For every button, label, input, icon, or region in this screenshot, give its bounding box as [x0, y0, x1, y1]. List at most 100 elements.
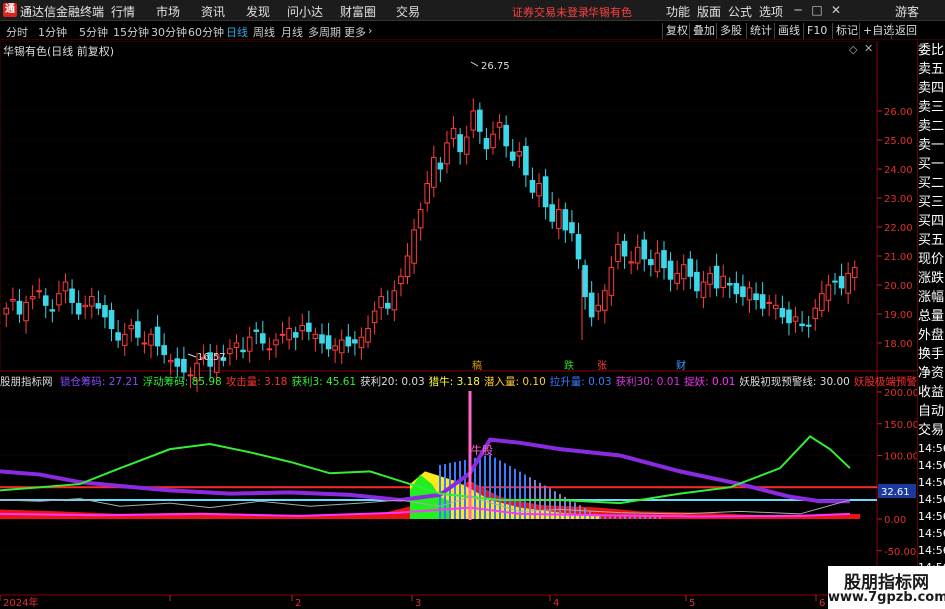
close-icon[interactable]: ✕: [828, 2, 844, 18]
side-panel-item[interactable]: 买四: [918, 212, 945, 231]
price-tick-label: 19.00: [884, 310, 913, 321]
period-intraday[interactable]: 分时: [6, 24, 28, 40]
legend-item: 攻击量: 3.18: [225, 376, 288, 388]
toolbar-multi-stock[interactable]: 多股: [716, 23, 745, 39]
indicator-name[interactable]: 股朋指标网: [0, 376, 53, 388]
side-panel-item[interactable]: 外盘: [918, 326, 945, 345]
candle-body: [450, 127, 457, 140]
toolbar-overlay[interactable]: 叠加: [689, 23, 718, 39]
period-daily[interactable]: 日线: [226, 24, 248, 40]
toolbar-mark[interactable]: 标记: [832, 23, 861, 39]
more-chevron-icon[interactable]: ›: [368, 24, 372, 37]
period-30min[interactable]: 30分钟: [151, 24, 187, 40]
candle-body: [352, 339, 358, 344]
menu-formula[interactable]: 公式: [728, 3, 752, 20]
menu-wealth[interactable]: 财富圈: [340, 3, 376, 20]
period-1min[interactable]: 1分钟: [38, 24, 67, 40]
candle-body: [694, 271, 700, 292]
side-panel-item[interactable]: 14:56: [918, 440, 945, 457]
candle-body: [726, 283, 733, 286]
side-panel-item[interactable]: 买二: [918, 174, 945, 193]
time-tick-label: 5: [689, 598, 695, 609]
candle-body: [740, 286, 746, 298]
period-multi[interactable]: 多周期: [308, 24, 341, 40]
side-panel-item[interactable]: 14:56: [918, 474, 945, 491]
side-panel-item[interactable]: 14:56: [918, 491, 945, 508]
candle-body: [82, 304, 89, 308]
maximize-icon[interactable]: □: [809, 2, 825, 18]
candle-body: [503, 124, 509, 147]
candle-body: [148, 333, 154, 346]
toolbar-adjust[interactable]: 复权: [662, 23, 691, 39]
side-panel-item[interactable]: 买一: [918, 155, 945, 174]
login-status[interactable]: 证券交易未登录: [512, 4, 589, 20]
side-panel-item[interactable]: 14:56: [918, 457, 945, 474]
candle-body: [404, 255, 411, 277]
candle-body: [832, 280, 838, 283]
side-panel-item[interactable]: 买五: [918, 231, 945, 250]
candle-body: [523, 145, 529, 176]
side-panel-item[interactable]: 涨幅: [918, 288, 945, 307]
side-panel-item[interactable]: 买三: [918, 193, 945, 212]
menu-quotes[interactable]: 行情: [111, 3, 135, 20]
app-logo-icon: 通: [3, 3, 17, 17]
quote-side-panel: 委比 卖五 卖四 卖三 卖二 卖一 买一 买二 买三 买四 买五 现价 涨跌 涨幅 总量 外盘 换手 净资 收益 自动…: [917, 41, 945, 609]
side-panel-item[interactable]: 换手: [918, 345, 945, 364]
toolbar-back[interactable]: 返回: [891, 23, 920, 39]
candle-body: [496, 122, 503, 128]
candle-body: [812, 307, 819, 319]
stock-chart[interactable]: 26.0025.0024.0023.0022.0021.0020.0019.00…: [0, 41, 945, 609]
menu-market[interactable]: 市场: [156, 3, 180, 20]
candle-body: [108, 310, 115, 329]
side-panel-item[interactable]: 卖五: [918, 60, 945, 79]
candle-body: [102, 305, 108, 318]
menu-news[interactable]: 资讯: [201, 3, 225, 20]
side-panel-item[interactable]: 卖四: [918, 79, 945, 98]
settings-diamond-icon[interactable]: ◇: [849, 43, 857, 56]
menu-layout[interactable]: 版面: [697, 3, 721, 20]
toolbar-f10[interactable]: F10: [803, 23, 830, 39]
side-panel-item[interactable]: 卖二: [918, 117, 945, 136]
user-guest[interactable]: 游客: [895, 3, 919, 20]
side-panel-item[interactable]: 现价: [918, 250, 945, 269]
side-panel-item[interactable]: 净资: [918, 364, 945, 383]
candle-body: [299, 325, 306, 332]
menu-options[interactable]: 选项: [759, 3, 783, 20]
minimize-icon[interactable]: ─: [790, 2, 806, 18]
period-15min[interactable]: 15分钟: [113, 24, 149, 40]
period-5min[interactable]: 5分钟: [79, 24, 108, 40]
candle-body: [444, 142, 450, 165]
period-monthly[interactable]: 月线: [281, 24, 303, 40]
side-panel-item[interactable]: 收益: [918, 383, 945, 402]
menu-ask[interactable]: 问小达: [287, 3, 323, 20]
menu-discover[interactable]: 发现: [246, 3, 270, 20]
low-price-label: 16.57: [197, 352, 226, 363]
candle-body: [457, 134, 463, 153]
period-60min[interactable]: 60分钟: [188, 24, 224, 40]
side-panel-item[interactable]: 委比: [918, 41, 945, 60]
side-panel-item[interactable]: 14:56: [918, 508, 945, 525]
period-weekly[interactable]: 周线: [253, 24, 275, 40]
side-panel-item[interactable]: 卖三: [918, 98, 945, 117]
candle-body: [121, 333, 128, 346]
toolbar-draw[interactable]: 画线: [774, 23, 803, 39]
side-panel-item[interactable]: 自动: [918, 402, 945, 421]
toolbar-stats[interactable]: 统计: [746, 23, 775, 39]
menu-trade[interactable]: 交易: [396, 3, 420, 20]
side-panel-item[interactable]: 总量: [918, 307, 945, 326]
side-panel-item[interactable]: 14:56: [918, 525, 945, 542]
price-tick-label: 18.00: [884, 339, 913, 350]
candle-body: [56, 293, 62, 306]
side-panel-item[interactable]: 交易: [918, 421, 945, 440]
candle-body: [319, 334, 325, 344]
candle-body: [713, 265, 720, 289]
period-more[interactable]: 更多: [344, 24, 366, 40]
close-panel-icon[interactable]: ✕: [864, 42, 873, 55]
side-panel-item[interactable]: 卖一: [918, 136, 945, 155]
indicator-legend: 股朋指标网 锁仓筹码: 27.21 浮动筹码: 85.98 攻击量: 3.18 获利3…: [0, 374, 945, 388]
side-panel-item[interactable]: 涨跌: [918, 269, 945, 288]
candle-body: [674, 272, 680, 284]
menu-function[interactable]: 功能: [666, 3, 690, 20]
side-panel-item[interactable]: 14:56: [918, 542, 945, 559]
candle-body: [786, 309, 792, 324]
